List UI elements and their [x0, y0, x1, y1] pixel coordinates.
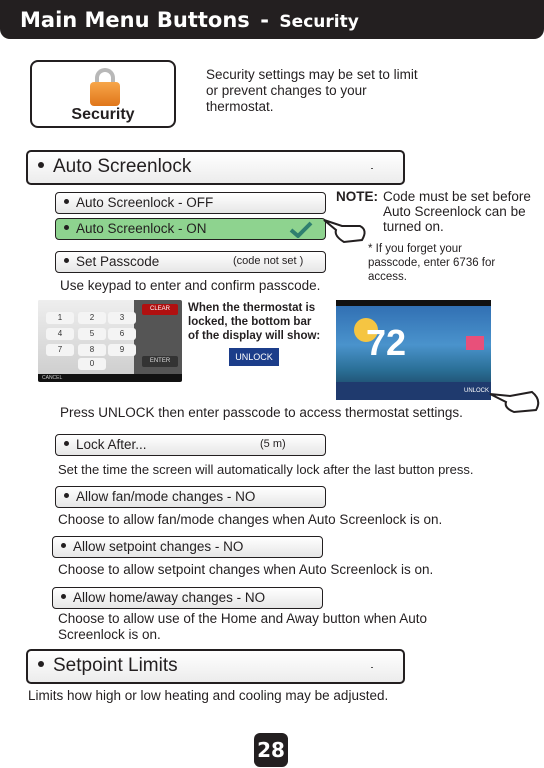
temperature-readout: 72: [366, 322, 407, 363]
checkmark-icon: [289, 221, 313, 238]
forgot-passcode-note: * If you forget your passcode, enter 673…: [368, 243, 496, 283]
auto-screenlock-label: Auto Screenlock: [53, 156, 192, 177]
key-0: 0: [78, 358, 106, 370]
home-away-label: Allow home/away changes - NO: [73, 590, 266, 605]
allow-setpoint-button[interactable]: Allow setpoint changes - NO: [52, 536, 323, 558]
key-2: 2: [78, 312, 106, 324]
setpoint-limits-desc: Limits how high or low heating and cooli…: [28, 688, 389, 703]
setpoint-limits-bar[interactable]: Setpoint Limits: [26, 649, 405, 684]
page-number: 28: [254, 733, 288, 767]
setpoint-limits-label: Setpoint Limits: [53, 655, 178, 676]
header-title: Main Menu Buttons: [20, 8, 250, 32]
keypad-screenshot: 1 2 3 4 5 6 7 8 9 0 CLEAR ENTER CANCEL: [38, 300, 182, 382]
page-header: Main Menu Buttons - Security: [0, 0, 544, 39]
set-passcode-label: Set Passcode: [76, 254, 160, 269]
auto-screenlock-on-button[interactable]: Auto Screenlock - ON: [55, 218, 326, 240]
fan-mode-desc: Choose to allow fan/mode changes when Au…: [58, 512, 443, 527]
pointing-hand-icon: [489, 390, 540, 414]
thermostat-unlock-button: UNLOCK: [464, 388, 490, 394]
key-1: 1: [46, 312, 74, 324]
intro-text: Security settings may be set to limit or…: [206, 67, 418, 114]
lock-after-label: Lock After...: [76, 437, 147, 452]
fan-mode-label: Allow fan/mode changes - NO: [76, 489, 256, 504]
lock-after-button[interactable]: Lock After... (5 m): [55, 434, 326, 456]
key-6: 6: [108, 328, 136, 340]
note-label: NOTE:: [336, 189, 378, 204]
note-text: Code must be set before Auto Screenlock …: [383, 189, 531, 234]
auto-screenlock-bar[interactable]: Auto Screenlock: [26, 150, 405, 185]
setpoint-changes-label: Allow setpoint changes - NO: [73, 539, 244, 554]
option-label: Auto Screenlock - OFF: [76, 195, 214, 210]
lock-after-desc: Set the time the screen will automatical…: [58, 462, 474, 477]
setpoint-changes-desc: Choose to allow setpoint changes when Au…: [58, 562, 434, 577]
header-separator: -: [260, 8, 269, 32]
key-9: 9: [108, 344, 136, 356]
option-label: Auto Screenlock - ON: [76, 221, 207, 236]
allow-home-away-button[interactable]: Allow home/away changes - NO: [52, 587, 323, 609]
clear-key: CLEAR: [142, 304, 178, 315]
key-7: 7: [46, 344, 74, 356]
key-5: 5: [78, 328, 106, 340]
allow-fan-mode-button[interactable]: Allow fan/mode changes - NO: [55, 486, 326, 508]
press-unlock-text: Press UNLOCK then enter passcode to acce…: [60, 405, 463, 420]
thermostat-screenshot: 72 UNLOCK: [336, 300, 491, 400]
padlock-icon: [90, 68, 120, 106]
passcode-status: (code not set ): [233, 255, 304, 267]
unlock-button-sample: UNLOCK: [229, 348, 279, 366]
key-8: 8: [78, 344, 106, 356]
key-4: 4: [46, 328, 74, 340]
security-button-label: Security: [71, 106, 135, 123]
header-section: Security: [279, 12, 359, 32]
note: NOTE: Code must be set before Auto Scree…: [336, 189, 544, 234]
set-passcode-button[interactable]: Set Passcode (code not set ): [55, 251, 326, 273]
enter-key: ENTER: [142, 356, 178, 367]
keypad-hint: Use keypad to enter and confirm passcode…: [60, 278, 321, 293]
auto-screenlock-off-button[interactable]: Auto Screenlock - OFF: [55, 192, 326, 214]
key-3: 3: [108, 312, 136, 324]
locked-description: When the thermostat is locked, the botto…: [188, 302, 321, 342]
lock-after-value: (5 m): [260, 438, 286, 450]
security-button[interactable]: Security: [30, 60, 176, 128]
home-away-desc: Choose to allow use of the Home and Away…: [58, 611, 427, 642]
cancel-key: CANCEL: [38, 374, 182, 382]
